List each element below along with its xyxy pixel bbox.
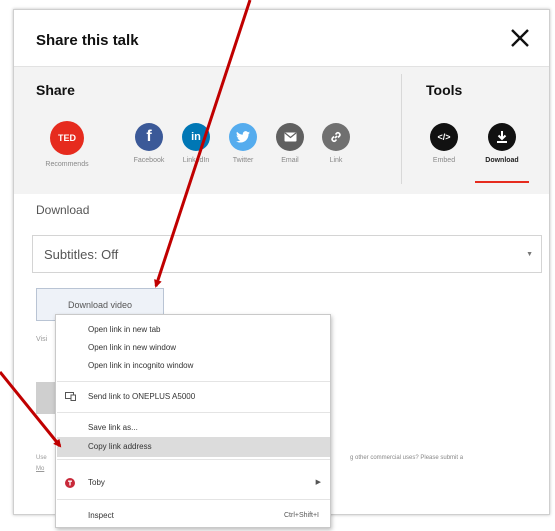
menu-separator: [57, 499, 330, 500]
embed-icon: </>: [430, 123, 458, 151]
menu-separator: [57, 459, 330, 460]
menu-item-open-new-window[interactable]: Open link in new window: [57, 339, 330, 357]
chevron-down-icon: ▼: [526, 251, 533, 258]
tools-section-label: Tools: [426, 82, 463, 98]
inspect-shortcut: Ctrl+Shift+I: [283, 512, 319, 519]
footer-partial-link[interactable]: Mo: [36, 466, 44, 472]
linkedin-icon: in: [182, 123, 210, 151]
subtitles-selected-value: Subtitles: Off: [44, 247, 119, 262]
active-tab-underline: [475, 181, 529, 183]
menu-item-inspect[interactable]: Inspect Ctrl+Shift+I: [57, 507, 330, 525]
close-icon[interactable]: [508, 26, 532, 50]
tool-label-embed: Embed: [432, 157, 456, 164]
tool-download-button[interactable]: Download: [472, 123, 532, 164]
facebook-icon: f: [135, 123, 163, 151]
context-menu: Open link in new tab Open link in new wi…: [55, 314, 331, 528]
menu-item-open-incognito[interactable]: Open link in incognito window: [57, 357, 330, 375]
tool-embed-button[interactable]: </> Embed: [414, 123, 474, 164]
share-link-button[interactable]: Link: [306, 123, 366, 164]
menu-item-send-to-device[interactable]: Send link to ONEPLUS A5000: [57, 388, 330, 406]
download-icon: [488, 123, 516, 151]
ted-logo-icon: TED: [50, 121, 84, 155]
footer-commercial-text: g other commercial uses? Please submit a: [350, 455, 464, 461]
share-ted-recommends-button[interactable]: TED Recommends: [37, 121, 97, 168]
share-label-recommends: Recommends: [45, 161, 89, 168]
tool-label-download: Download: [485, 157, 519, 164]
email-icon: [276, 123, 304, 151]
link-icon: [322, 123, 350, 151]
twitter-icon: [229, 123, 257, 151]
share-label-link: Link: [329, 157, 343, 164]
menu-separator: [57, 412, 330, 413]
menu-item-copy-link-address[interactable]: Copy link address: [57, 437, 330, 457]
menu-item-toby[interactable]: Toby ▶: [57, 474, 330, 492]
device-icon: [65, 392, 76, 401]
subtitles-select[interactable]: Subtitles: Off ▼: [32, 235, 542, 273]
toby-icon: [65, 478, 75, 488]
menu-separator: [57, 381, 330, 382]
dialog-title: Share this talk: [36, 32, 139, 49]
share-section-label: Share: [36, 82, 75, 98]
menu-item-save-link-as[interactable]: Save link as...: [57, 419, 330, 437]
submenu-arrow-icon: ▶: [315, 479, 321, 486]
download-heading: Download: [36, 203, 90, 217]
section-divider: [401, 74, 402, 184]
partial-visible-text: Visi: [36, 336, 48, 343]
menu-item-open-new-tab[interactable]: Open link in new tab: [57, 321, 330, 339]
